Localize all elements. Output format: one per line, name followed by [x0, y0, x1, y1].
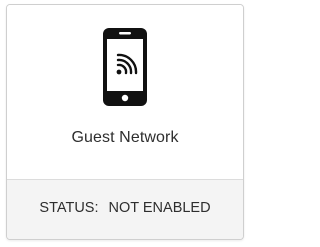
status-row: STATUS: NOT ENABLED — [7, 200, 243, 216]
status-value: NOT ENABLED — [108, 200, 211, 216]
guest-network-card[interactable]: Guest Network STATUS: NOT ENABLED — [6, 4, 244, 240]
card-title: Guest Network — [71, 129, 179, 146]
mobile-wifi-icon — [103, 28, 147, 106]
status-label: STATUS: — [39, 200, 99, 216]
card-status-footer: STATUS: NOT ENABLED — [7, 179, 243, 239]
card-body: Guest Network — [7, 5, 243, 179]
